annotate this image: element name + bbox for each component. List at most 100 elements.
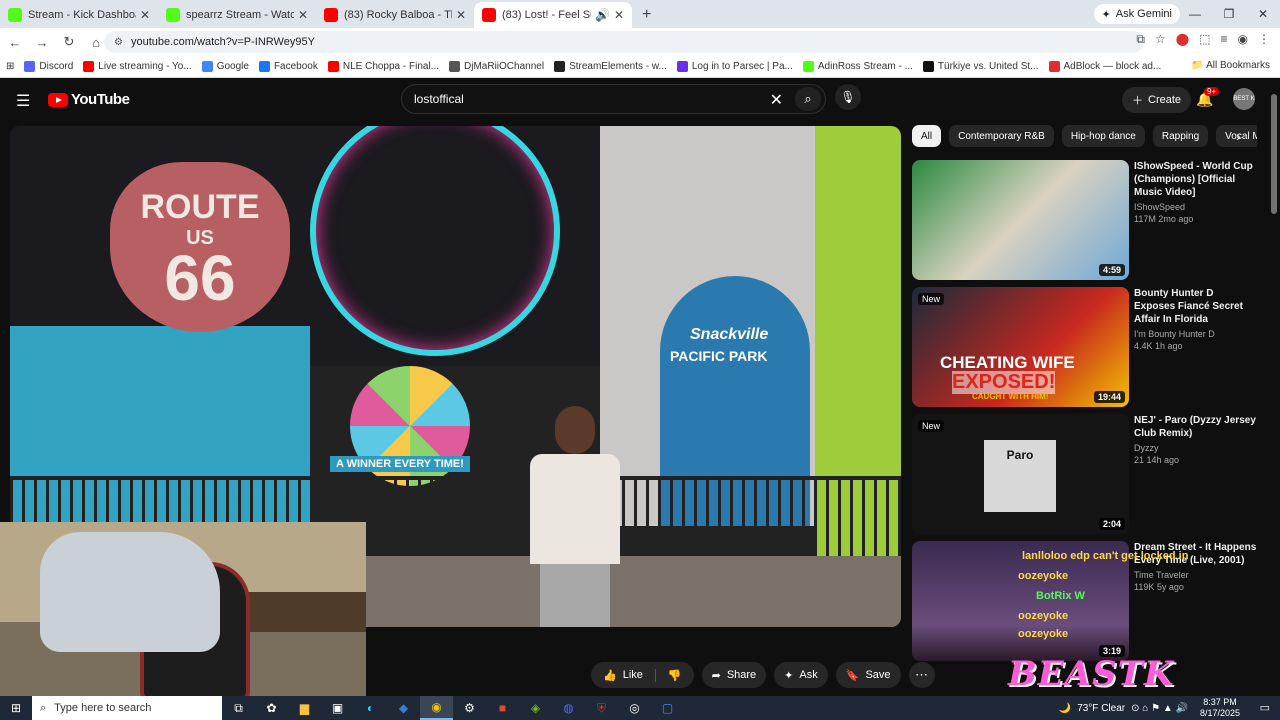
- app-icon[interactable]: ▢: [651, 696, 684, 720]
- clock[interactable]: 8:37 PM 8/17/2025: [1200, 697, 1240, 719]
- extensions-icon[interactable]: ⬚: [1199, 32, 1210, 47]
- menu-icon[interactable]: ⋮: [1258, 32, 1270, 47]
- video-title[interactable]: IShowSpeed - World Cup (Champions) [Offi…: [1134, 160, 1257, 199]
- youtube-header: ☰ YouTube lostoffical ✕ ⌕ 🎙 ＋ Create 🔔 9+…: [0, 79, 1280, 121]
- browser-tab[interactable]: Stream - Kick Dashboard ✕: [0, 2, 158, 28]
- install-icon[interactable]: ⧉: [1136, 32, 1145, 47]
- channel-name[interactable]: Time Traveler: [1134, 570, 1257, 580]
- vpn-icon[interactable]: ⛨: [585, 696, 618, 720]
- close-tab-icon[interactable]: ✕: [140, 8, 150, 22]
- weather-icon[interactable]: 🌙: [1059, 703, 1071, 714]
- edge-icon[interactable]: ◐: [354, 696, 387, 720]
- video-title[interactable]: Bounty Hunter D Exposes Fiancé Secret Af…: [1134, 287, 1257, 326]
- back-icon[interactable]: ←: [3, 35, 27, 50]
- steam-icon[interactable]: ⚙: [453, 696, 486, 720]
- chip[interactable]: Rapping: [1152, 125, 1209, 147]
- dislike-button[interactable]: 👎: [656, 669, 694, 682]
- file-explorer-icon[interactable]: ▆: [288, 696, 321, 720]
- system-tray: 🌙 73°F Clear ⊙ ⌂ ⚑ ▲ 🔊 8:37 PM 8/17/2025: [1059, 696, 1240, 720]
- taskbar-search[interactable]: ⌕ Type here to search: [32, 696, 222, 720]
- obs-icon[interactable]: ◎: [618, 696, 651, 720]
- profile-icon[interactable]: ◉: [1238, 32, 1248, 47]
- site-info-icon[interactable]: ⚙: [114, 37, 123, 48]
- share-button[interactable]: ➦ Share: [701, 662, 767, 688]
- route-66-sign: ROUTE US 66: [110, 162, 290, 332]
- more-options-icon[interactable]: ⋯: [908, 662, 935, 688]
- hamburger-menu-icon[interactable]: ☰: [16, 91, 30, 111]
- clear-search-icon[interactable]: ✕: [770, 90, 783, 110]
- reload-icon[interactable]: ↻: [57, 34, 81, 50]
- discord-icon[interactable]: ◍: [552, 696, 585, 720]
- apps-icon[interactable]: ⊞: [6, 61, 14, 72]
- close-tab-icon[interactable]: ✕: [456, 8, 466, 22]
- copilot-icon[interactable]: ✿: [255, 696, 288, 720]
- app-icon[interactable]: ◆: [387, 696, 420, 720]
- windows-start-icon[interactable]: ⊞: [0, 701, 32, 715]
- browser-tab[interactable]: spearrz Stream - Watch Live on ✕: [158, 2, 316, 28]
- youtube-logo[interactable]: YouTube: [48, 91, 130, 108]
- channel-name[interactable]: IShowSpeed: [1134, 202, 1257, 212]
- bookmark[interactable]: AdBlock — block ad...: [1048, 61, 1161, 72]
- bookmark[interactable]: Facebook: [258, 61, 318, 72]
- search-input[interactable]: lostoffical ✕ ⌕: [401, 84, 826, 114]
- page-scrollbar[interactable]: [1270, 82, 1278, 690]
- plus-icon: ＋: [1132, 95, 1143, 107]
- microphone-icon[interactable]: 🎙: [835, 84, 861, 110]
- video-thumbnail[interactable]: 4:59: [912, 160, 1129, 280]
- chip[interactable]: Hip-hop dance: [1061, 125, 1145, 147]
- bookmark[interactable]: Live streaming - Yo...: [83, 61, 192, 72]
- recommendation-item[interactable]: New CHEATING WIFE EXPOSED! CAUGHT WITH H…: [912, 287, 1257, 407]
- all-bookmarks-button[interactable]: 📁 All Bookmarks: [1191, 60, 1270, 71]
- ask-button[interactable]: ✦ Ask: [774, 662, 828, 688]
- close-tab-icon[interactable]: ✕: [298, 8, 308, 22]
- app-icon[interactable]: ■: [486, 696, 519, 720]
- reading-list-icon[interactable]: ≡: [1221, 32, 1228, 47]
- close-tab-icon[interactable]: ✕: [614, 8, 624, 22]
- browser-tab[interactable]: (83) Rocky Balboa - Theme Song ✕: [316, 2, 474, 28]
- video-thumbnail[interactable]: New Paro 2:04: [912, 414, 1129, 534]
- chip-all[interactable]: All: [912, 125, 942, 147]
- bookmark[interactable]: AdinRoss Stream - ...: [802, 61, 913, 72]
- nvidia-icon[interactable]: ◈: [519, 696, 552, 720]
- avatar[interactable]: BEST K: [1233, 88, 1255, 110]
- channel-name[interactable]: Dyzzy: [1134, 443, 1257, 453]
- recommendation-item[interactable]: 4:59 IShowSpeed - World Cup (Champions) …: [912, 160, 1257, 280]
- notifications-bell-icon[interactable]: 🔔 9+: [1196, 87, 1220, 108]
- bookmark[interactable]: DjMaRiiOChannel: [449, 61, 544, 72]
- tray-icons[interactable]: ⊙ ⌂ ⚑ ▲ 🔊: [1131, 703, 1188, 714]
- bookmark[interactable]: StreamElements - w...: [554, 61, 667, 72]
- address-bar[interactable]: ⚙ youtube.com/watch?v=P-INRWey95Y: [104, 31, 1144, 53]
- chrome-icon[interactable]: ◉: [420, 696, 453, 720]
- chip[interactable]: Contemporary R&B: [949, 125, 1054, 147]
- create-button[interactable]: ＋ Create: [1122, 87, 1192, 113]
- task-view-icon[interactable]: ⧉: [222, 696, 255, 720]
- close-window-icon[interactable]: ✕: [1246, 0, 1280, 28]
- bookmark[interactable]: Google: [201, 61, 249, 72]
- adblock-icon: [1048, 61, 1060, 72]
- video-title[interactable]: NEJ' - Paro (Dyzzy Jersey Club Remix): [1134, 414, 1257, 440]
- recommendation-item[interactable]: New Paro 2:04 NEJ' - Paro (Dyzzy Jersey …: [912, 414, 1257, 534]
- new-tab-button[interactable]: +: [632, 2, 661, 28]
- channel-name[interactable]: I'm Bounty Hunter D: [1134, 329, 1257, 339]
- speaker-icon[interactable]: 🔊: [595, 8, 610, 22]
- like-button[interactable]: 👍 Like: [591, 668, 656, 682]
- scrollbar-thumb[interactable]: [1271, 94, 1277, 214]
- store-icon[interactable]: ▣: [321, 696, 354, 720]
- weather-text[interactable]: 73°F Clear: [1077, 703, 1125, 714]
- maximize-icon[interactable]: ❐: [1212, 0, 1246, 28]
- search-icon[interactable]: ⌕: [795, 87, 821, 111]
- bookmark[interactable]: Türkiye vs. United St...: [922, 61, 1039, 72]
- video-thumbnail[interactable]: New CHEATING WIFE EXPOSED! CAUGHT WITH H…: [912, 287, 1129, 407]
- forward-icon[interactable]: →: [30, 35, 54, 50]
- browser-tab-active[interactable]: (83) Lost! - Feel Sumn (Offic 🔊 ✕: [474, 2, 632, 28]
- bookmark[interactable]: Discord: [24, 61, 73, 72]
- bookmark[interactable]: Log in to Parsec | Pa...: [676, 61, 793, 72]
- bookmark-star-icon[interactable]: ☆: [1155, 32, 1166, 47]
- chevron-right-icon[interactable]: ›: [1236, 128, 1241, 144]
- minimize-icon[interactable]: —: [1178, 0, 1212, 28]
- save-button[interactable]: 🔖 Save: [835, 662, 901, 688]
- adblock-icon[interactable]: ⬤: [1176, 32, 1189, 47]
- notification-center-icon[interactable]: ▭: [1260, 701, 1270, 714]
- bookmark[interactable]: NLE Choppa - Final...: [327, 61, 439, 72]
- ask-gemini-button[interactable]: ✦ Ask Gemini: [1093, 4, 1180, 24]
